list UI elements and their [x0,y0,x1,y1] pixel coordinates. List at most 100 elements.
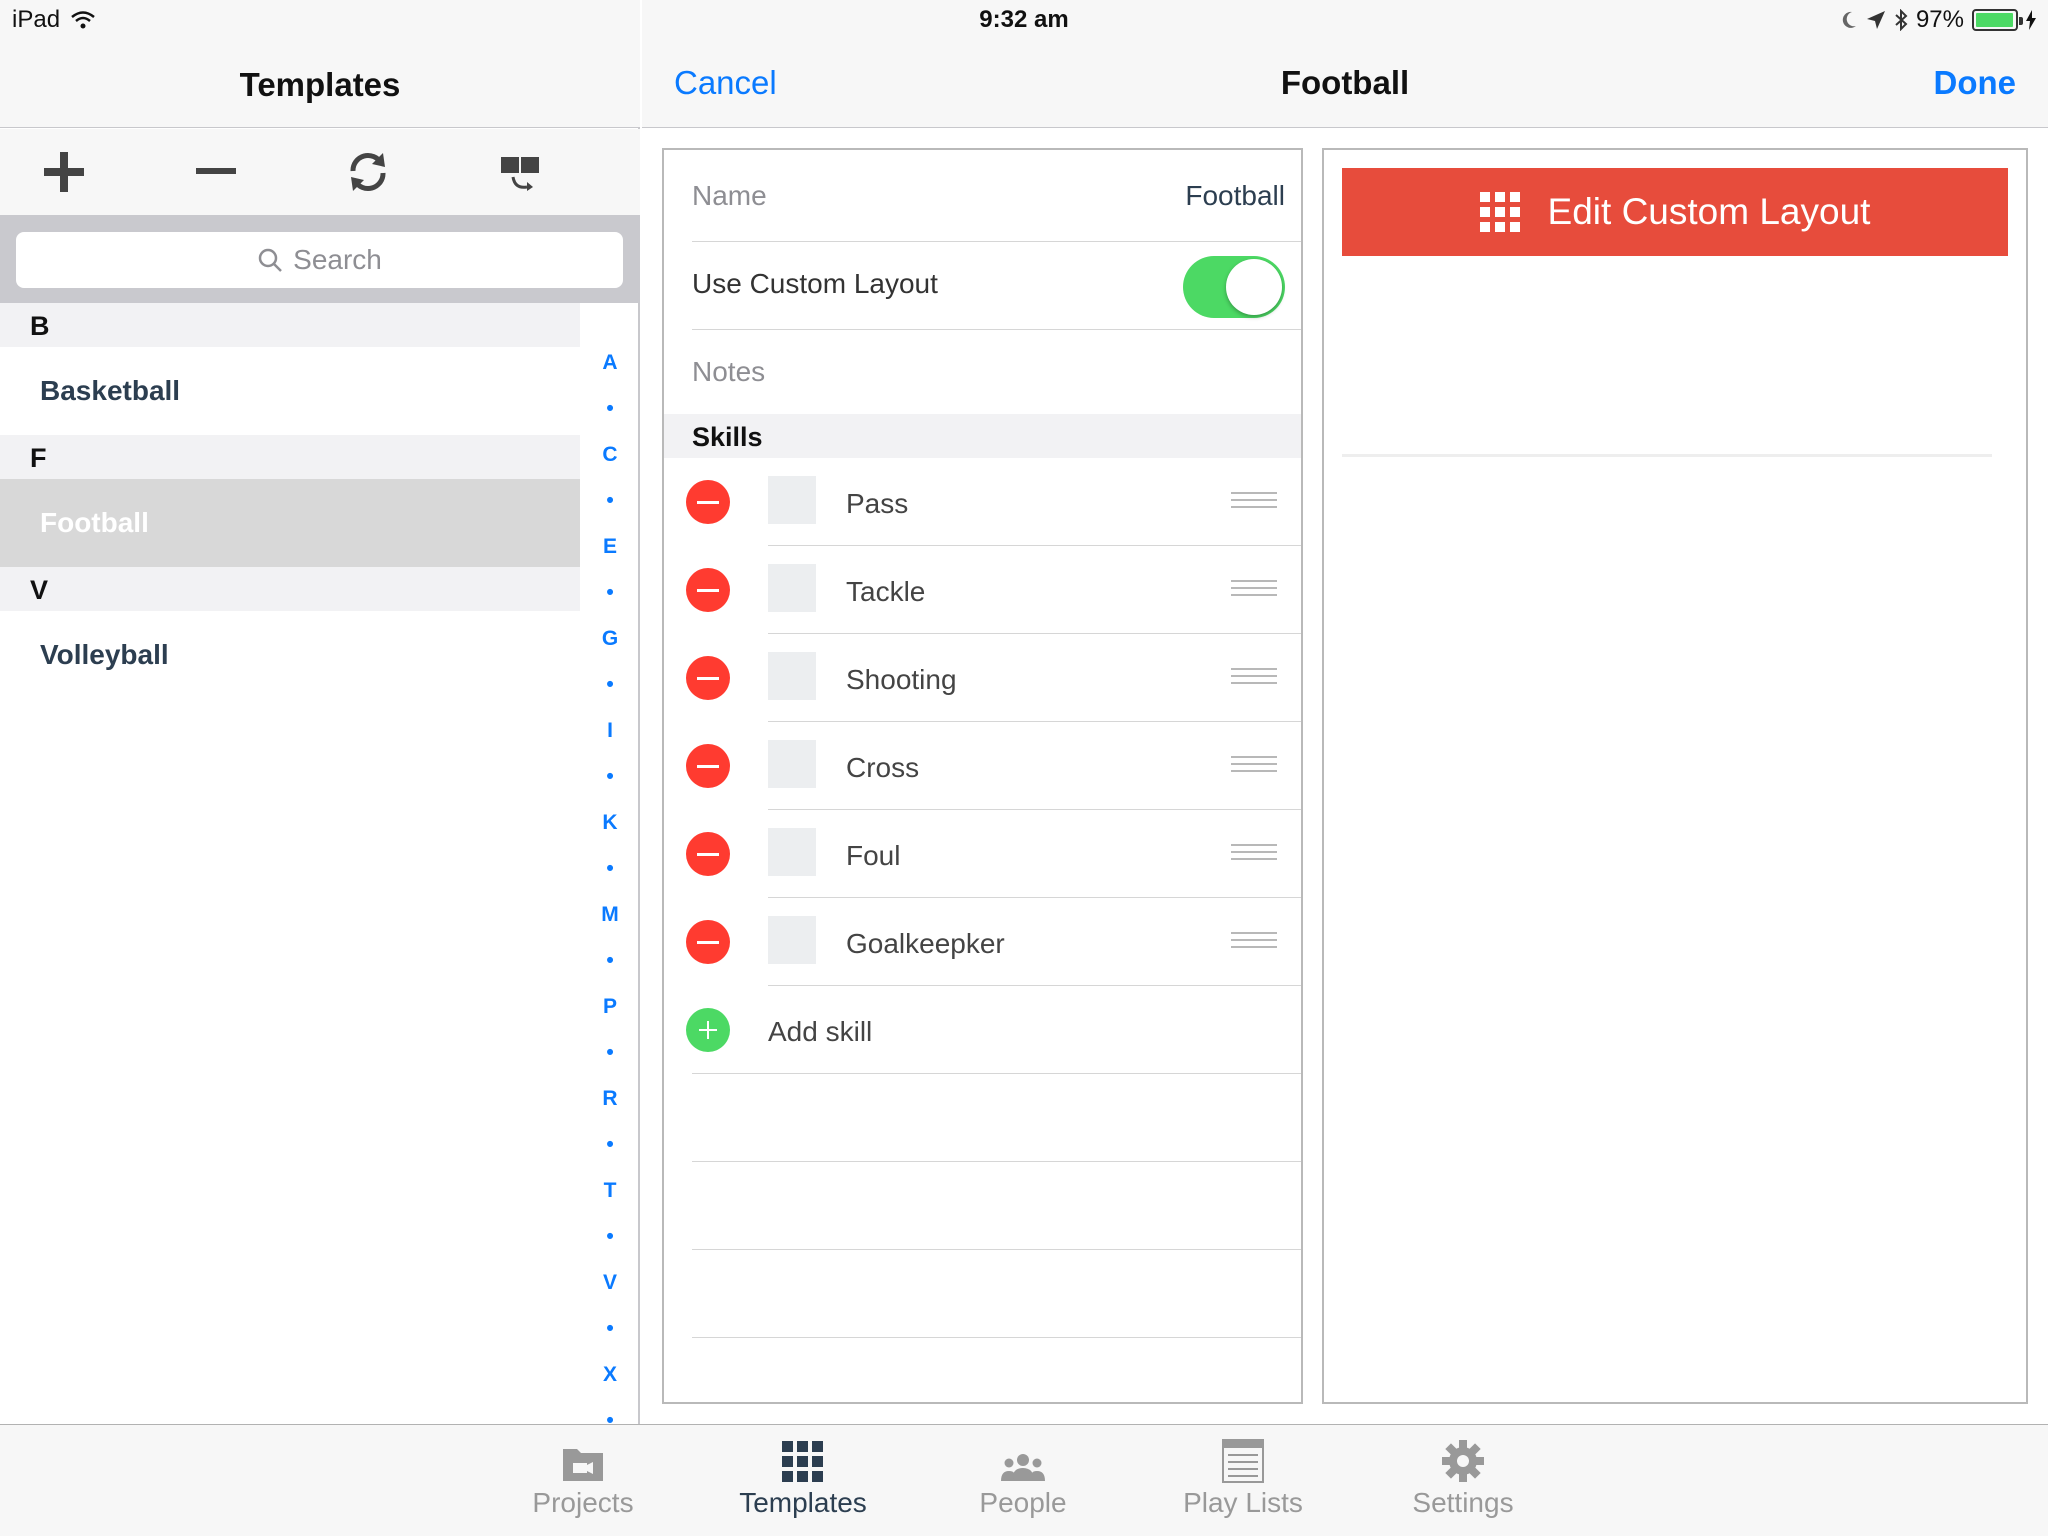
index-letter[interactable]: R [590,1076,630,1122]
index-dot[interactable]: • [590,846,630,892]
template-item-basketball[interactable]: Basketball [0,347,580,435]
add-skill-button[interactable] [686,1008,730,1052]
drag-handle-icon[interactable] [1231,756,1277,777]
index-dot[interactable]: • [590,478,630,524]
index-dot[interactable]: • [590,1122,630,1168]
delete-skill-button[interactable] [686,480,730,524]
tab-label: Settings [1412,1487,1514,1518]
index-dot[interactable]: • [590,754,630,800]
drag-handle-icon[interactable] [1231,492,1277,513]
tab-label: Templates [739,1487,867,1518]
delete-skill-button[interactable] [686,744,730,788]
index-dot[interactable]: • [590,1030,630,1076]
skill-name[interactable]: Cross [846,752,919,784]
tab-projects[interactable]: Projects [473,1425,693,1536]
index-letter[interactable]: A [590,340,630,386]
index-letter[interactable]: I [590,708,630,754]
skill-thumbnail [768,476,816,524]
skill-name[interactable]: Pass [846,488,908,520]
skill-row: Goalkeepker [664,898,1301,986]
index-dot[interactable]: • [590,1306,630,1352]
detail-title: Football [1280,64,1410,101]
moon-icon [1842,11,1856,28]
name-row[interactable]: Name Football [692,154,1301,242]
skill-name[interactable]: Tackle [846,576,925,608]
custom-layout-toggle[interactable] [1183,256,1285,318]
notes-row[interactable]: Notes [692,330,1301,418]
grid-icon [782,1441,823,1482]
master-pane: Templates Search B Basketball F Football… [0,0,640,1432]
section-header-b: B [0,303,580,347]
drag-handle-icon[interactable] [1231,668,1277,689]
index-letter[interactable]: E [590,524,630,570]
section-header-v: V [0,567,580,611]
people-icon [1001,1454,1045,1481]
section-header-f: F [0,435,580,479]
search-input[interactable]: Search [16,232,623,288]
add-skill-label[interactable]: Add skill [768,1016,872,1048]
search-placeholder: Search [293,244,382,275]
skill-thumbnail [768,652,816,700]
index-letter[interactable]: T [590,1168,630,1214]
tab-play-lists[interactable]: Play Lists [1133,1425,1353,1536]
skill-name[interactable]: Foul [846,840,900,872]
search-bar: Search [0,215,640,303]
name-field[interactable]: Football [1185,180,1285,212]
drag-handle-icon[interactable] [1231,932,1277,953]
skill-thumbnail [768,916,816,964]
battery-percent: 97% [1915,6,1964,33]
tab-label: Play Lists [1183,1487,1303,1518]
index-letter[interactable]: M [590,892,630,938]
delete-skill-button[interactable] [686,920,730,964]
name-label: Name [692,180,767,211]
battery-level [1976,13,2013,27]
skill-name[interactable]: Goalkeepker [846,928,1005,960]
skill-row: Shooting [664,634,1301,722]
tab-settings[interactable]: Settings [1353,1425,1573,1536]
drag-handle-icon[interactable] [1231,844,1277,865]
delete-skill-button[interactable] [686,656,730,700]
folder-camera-icon [563,1449,603,1481]
sync-icon[interactable] [340,147,396,197]
tab-label: Projects [532,1487,634,1518]
battery-icon [1972,9,2023,31]
index-dot[interactable]: • [590,386,630,432]
list-icon [1222,1439,1264,1483]
share-icon[interactable] [492,147,548,197]
index-dot[interactable]: • [590,1214,630,1260]
gear-icon [1442,1440,1484,1482]
skill-thumbnail [768,740,816,788]
index-dot[interactable]: • [590,662,630,708]
skill-name[interactable]: Shooting [846,664,957,696]
skill-row: Tackle [664,546,1301,634]
template-item-volleyball[interactable]: Volleyball [0,611,580,699]
clock: 9:32 am [979,6,1069,33]
add-skill-row[interactable]: Add skill [664,986,1301,1074]
divider [692,1249,1301,1250]
edit-custom-layout-button[interactable]: Edit Custom Layout [1342,168,2008,256]
add-icon[interactable] [36,147,92,197]
tab-bar: Projects Templates People Play Lists Set… [0,1424,2048,1536]
skill-row: Pass [664,458,1301,546]
index-letter[interactable]: G [590,616,630,662]
template-item-football[interactable]: Football [0,479,580,567]
remove-icon[interactable] [188,147,244,197]
index-letter[interactable]: K [590,800,630,846]
delete-skill-button[interactable] [686,832,730,876]
index-letter[interactable]: V [590,1260,630,1306]
index-dot[interactable]: • [590,938,630,984]
drag-handle-icon[interactable] [1231,580,1277,601]
section-index[interactable]: A • C • E • G • I • K • M • P • R • T • … [590,340,630,1444]
notes-field[interactable]: Notes [692,356,765,388]
custom-layout-row: Use Custom Layout [692,242,1301,330]
delete-skill-button[interactable] [686,568,730,612]
tab-templates[interactable]: Templates [693,1425,913,1536]
search-icon [258,248,283,272]
index-dot[interactable]: • [590,570,630,616]
done-button[interactable]: Done [1934,64,2017,102]
index-letter[interactable]: C [590,432,630,478]
tab-people[interactable]: People [913,1425,1133,1536]
status-indicators: 97% [1840,6,2036,34]
index-letter[interactable]: X [590,1352,630,1398]
index-letter[interactable]: P [590,984,630,1030]
